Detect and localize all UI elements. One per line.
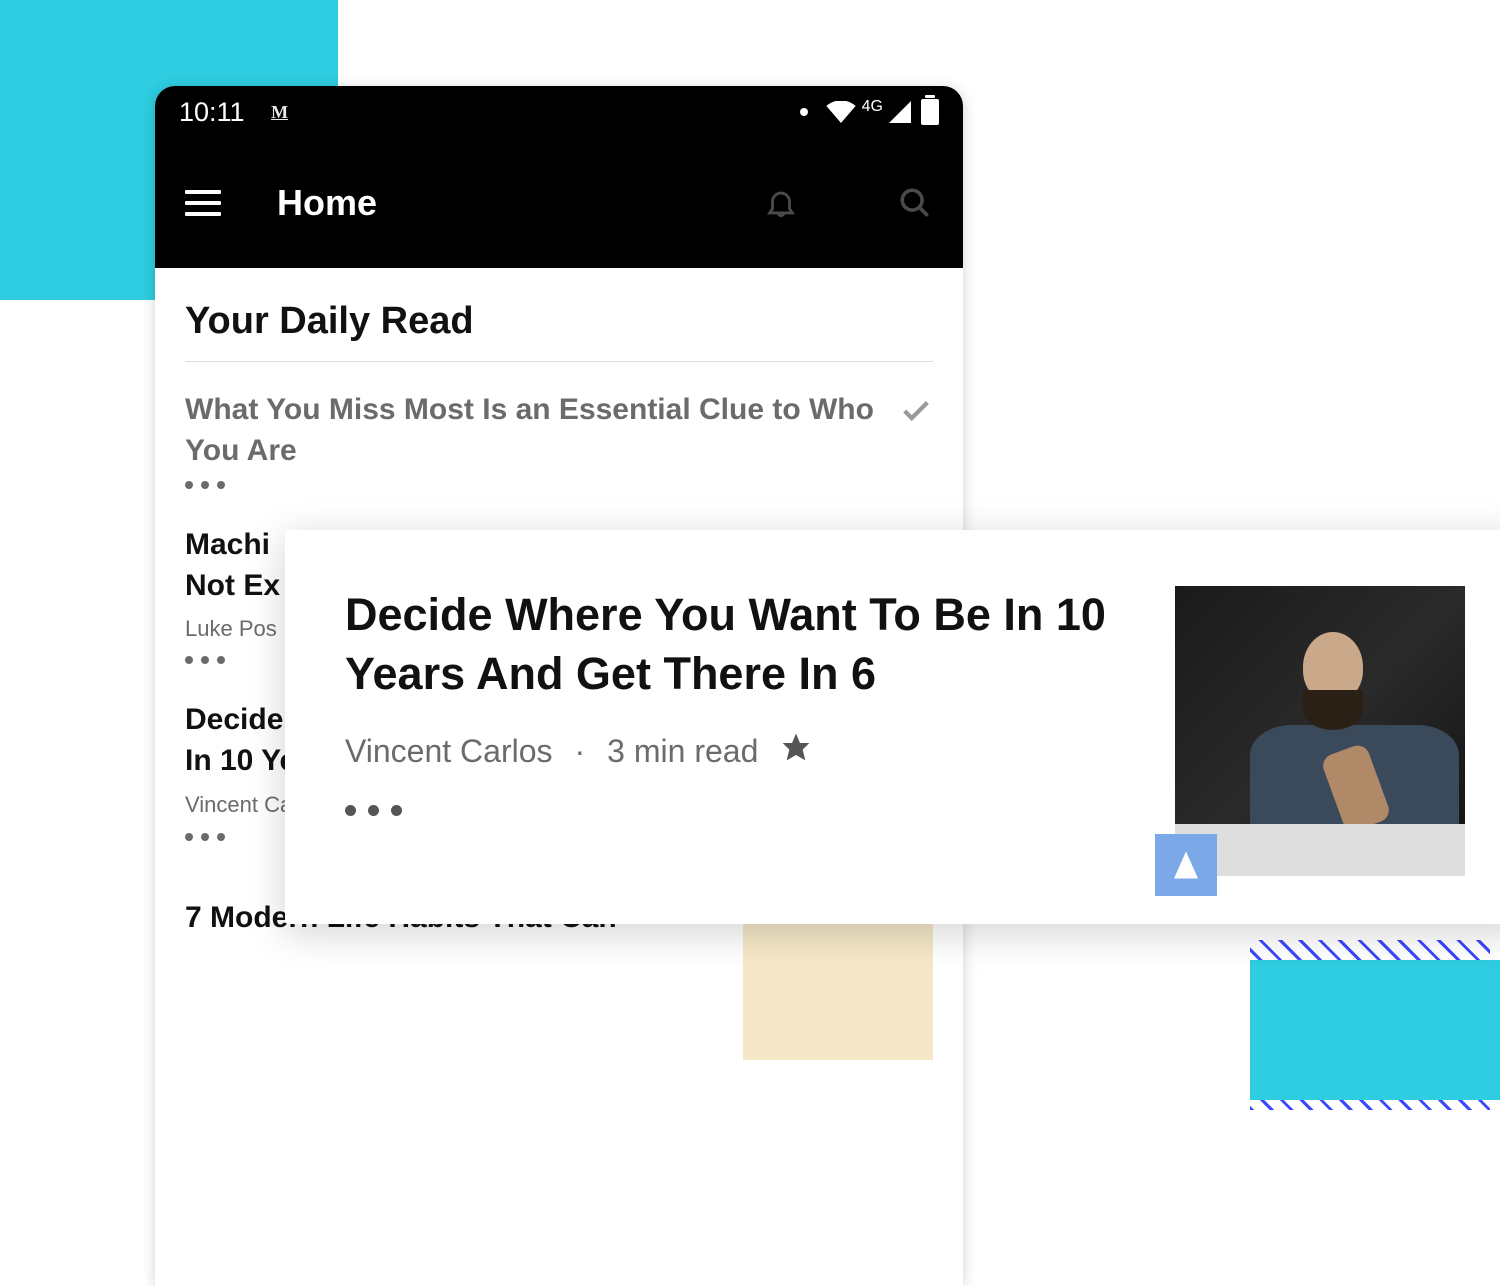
article-thumbnail xyxy=(1175,586,1465,876)
network-label: 4G xyxy=(862,98,883,116)
publication-badge-icon xyxy=(1155,834,1217,896)
page-title: Home xyxy=(277,182,707,224)
decor-cyan-bottom xyxy=(1250,960,1500,1100)
status-time: 10:11 xyxy=(179,97,245,128)
article-card-popout[interactable]: Decide Where You Want To Be In 10 Years … xyxy=(285,530,1500,924)
more-icon[interactable] xyxy=(345,805,1135,816)
notifications-icon[interactable] xyxy=(763,185,799,221)
cell-signal-icon xyxy=(889,101,911,123)
article-meta: Vincent Carlos · 3 min read xyxy=(345,731,1135,771)
article-title: Decide Where You Want To Be In 10 Years … xyxy=(345,586,1135,703)
article-title: What You Miss Most Is an Essential Clue … xyxy=(185,390,875,471)
battery-icon xyxy=(921,99,939,125)
article-read-time: 3 min read xyxy=(607,733,758,770)
menu-icon[interactable] xyxy=(185,190,221,216)
status-dot-icon xyxy=(800,108,808,116)
status-app-icon: M xyxy=(269,101,291,123)
status-bar: 10:11 M 4G xyxy=(155,86,963,138)
divider xyxy=(185,361,933,362)
search-icon[interactable] xyxy=(897,185,933,221)
more-icon[interactable] xyxy=(185,481,875,489)
article-author: Vincent Carlos xyxy=(345,733,553,770)
check-icon xyxy=(899,394,933,433)
star-icon xyxy=(780,731,812,771)
article-item[interactable]: What You Miss Most Is an Essential Clue … xyxy=(185,390,933,489)
article-author: Luke Pos xyxy=(185,616,277,642)
section-title: Your Daily Read xyxy=(185,300,933,343)
app-bar: Home xyxy=(155,138,963,268)
wifi-icon xyxy=(826,101,856,123)
